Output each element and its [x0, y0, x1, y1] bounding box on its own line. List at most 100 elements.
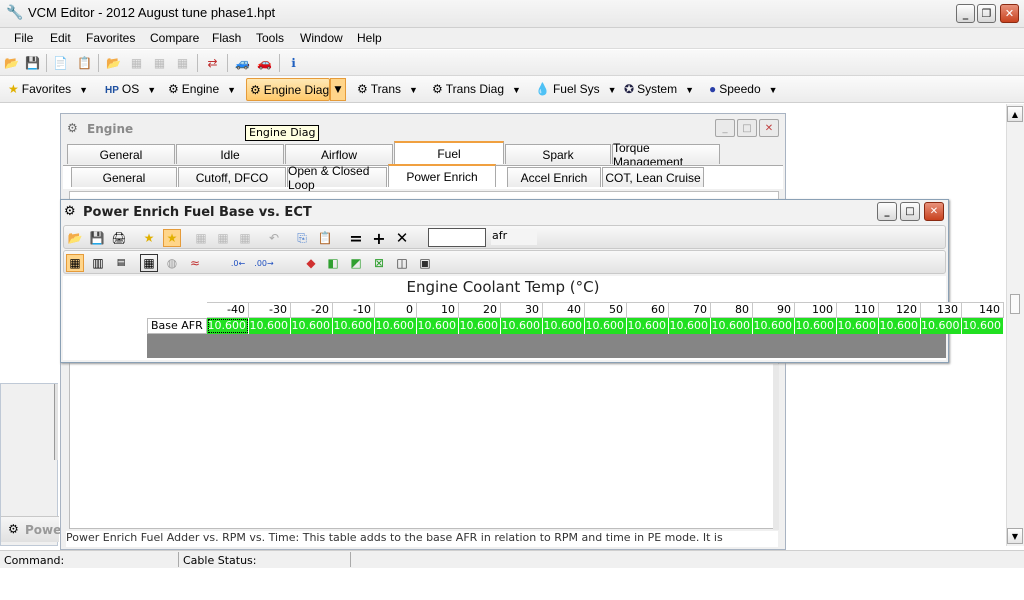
fill-v-icon[interactable]: ▣ — [416, 254, 434, 272]
decrease-decimals-icon[interactable]: .0← — [229, 254, 247, 272]
column-header[interactable]: 130 — [921, 302, 962, 318]
column-header[interactable]: -20 — [291, 302, 333, 318]
scroll-thumb[interactable] — [1010, 294, 1020, 314]
column-header[interactable]: 70 — [669, 302, 711, 318]
operand-input[interactable] — [428, 228, 486, 247]
favorite-active-icon[interactable]: ★ — [163, 229, 181, 247]
column-header[interactable]: 60 — [627, 302, 669, 318]
tab-accel-enrich[interactable]: Accel Enrich — [507, 167, 601, 187]
table-cell[interactable]: 10.600 — [333, 318, 375, 334]
column-header[interactable]: 20 — [459, 302, 501, 318]
interpolate-h-icon[interactable]: ◧ — [324, 254, 342, 272]
column-header[interactable]: 140 — [962, 302, 1004, 318]
tab-general-sub[interactable]: General — [71, 167, 177, 187]
open-new-icon[interactable]: 📂 — [105, 54, 122, 71]
favorite-add-icon[interactable]: ★ — [140, 229, 158, 247]
vertical-scrollbar[interactable]: ▲ ▼ — [1006, 104, 1024, 546]
save-icon[interactable]: 💾 — [88, 229, 106, 247]
os-dropdown[interactable]: HP OS ▼ — [105, 82, 156, 96]
tab-idle[interactable]: Idle — [176, 144, 284, 164]
table-cell[interactable]: 10.600 — [459, 318, 501, 334]
table-view-icon[interactable]: ▦ — [66, 254, 84, 272]
menu-window[interactable]: Window — [300, 31, 343, 45]
column-header[interactable]: 10 — [417, 302, 459, 318]
graph-view-icon[interactable]: ≈ — [186, 254, 204, 272]
table-cell[interactable]: 10.600 — [795, 318, 837, 334]
table-maximize-button[interactable]: □ — [900, 202, 920, 221]
restore-button[interactable]: ❐ — [977, 4, 996, 23]
menu-flash[interactable]: Flash — [212, 31, 241, 45]
column-header[interactable]: -40 — [207, 302, 249, 318]
engine-minimize-button[interactable]: _ — [715, 119, 735, 137]
print-icon[interactable]: 🖨 — [110, 229, 128, 247]
scroll-up-button[interactable]: ▲ — [1007, 106, 1023, 122]
column-header[interactable]: -30 — [249, 302, 291, 318]
menu-compare[interactable]: Compare — [150, 31, 199, 45]
report-icon[interactable]: 📋 — [76, 54, 93, 71]
multiply-icon[interactable]: ✕ — [393, 229, 411, 247]
column-header[interactable]: 90 — [753, 302, 795, 318]
fuel-sys-dropdown[interactable]: 💧 Fuel Sys ▼ — [535, 82, 617, 96]
table-cell[interactable]: 10.600 — [543, 318, 585, 334]
column-header[interactable]: 40 — [543, 302, 585, 318]
table-cell[interactable]: 10.600 — [879, 318, 921, 334]
column-header[interactable]: 110 — [837, 302, 879, 318]
system-dropdown[interactable]: ✪ System ▼ — [624, 82, 694, 96]
column-header[interactable]: 100 — [795, 302, 837, 318]
trans-diag-dropdown[interactable]: ⚙ Trans Diag ▼ — [432, 82, 521, 96]
close-button[interactable]: ✕ — [1000, 4, 1019, 23]
column-header[interactable]: 80 — [711, 302, 753, 318]
menu-edit[interactable]: Edit — [50, 31, 71, 45]
undo-icon[interactable]: ↶ — [265, 229, 283, 247]
table-cell[interactable]: 10.600 — [837, 318, 879, 334]
page-icon[interactable]: 📄 — [52, 54, 69, 71]
open-folder-icon[interactable]: 📂 — [66, 229, 84, 247]
panel-scrollbar[interactable] — [773, 364, 779, 530]
table-cell[interactable]: 10.600 — [669, 318, 711, 334]
speedo-dropdown[interactable]: ● Speedo ▼ — [709, 82, 778, 96]
trans-dropdown[interactable]: ⚙ Trans ▼ — [357, 82, 418, 96]
open-folder-icon[interactable]: 📂 — [3, 54, 20, 71]
plus-icon[interactable]: + — [370, 229, 388, 248]
read-vehicle-icon[interactable]: 🚙 — [234, 54, 251, 71]
tab-torque-management[interactable]: Torque Management — [612, 141, 720, 169]
engine-diag-button[interactable]: ⚙ Engine Diag — [246, 78, 330, 101]
tab-general[interactable]: General — [67, 144, 175, 164]
copy-icon[interactable]: ⎘ — [293, 229, 311, 247]
table-cell[interactable]: 10.600 — [921, 318, 962, 334]
minimized-window[interactable]: ⚙ Powe — [0, 383, 61, 546]
menu-favorites[interactable]: Favorites — [86, 31, 135, 45]
table-cell[interactable]: 10.600 — [585, 318, 627, 334]
table-cell[interactable]: 10.600 — [627, 318, 669, 334]
tab-fuel[interactable]: Fuel — [394, 141, 504, 164]
menu-tools[interactable]: Tools — [256, 31, 284, 45]
grid-view-icon[interactable]: ▦ — [140, 254, 158, 272]
axis-view-icon[interactable]: ▥ — [89, 254, 107, 272]
table-cell[interactable]: 10.600 — [375, 318, 417, 334]
table-cell[interactable]: 10.600 — [753, 318, 795, 334]
table-cell[interactable]: 10.600 — [711, 318, 753, 334]
table-cell[interactable]: 10.600 — [417, 318, 459, 334]
column-header[interactable]: 30 — [501, 302, 543, 318]
paste-icon[interactable]: 📋 — [316, 229, 334, 247]
save-icon[interactable]: 💾 — [24, 54, 41, 71]
fill-h-icon[interactable]: ◫ — [393, 254, 411, 272]
engine-close-button[interactable]: ✕ — [759, 119, 779, 137]
tab-spark[interactable]: Spark — [505, 144, 611, 164]
increase-decimals-icon[interactable]: .00→ — [254, 254, 273, 272]
menu-file[interactable]: File — [14, 31, 33, 45]
column-header[interactable]: 0 — [375, 302, 417, 318]
menu-help[interactable]: Help — [357, 31, 382, 45]
table-cell[interactable]: 10.600 — [291, 318, 333, 334]
write-vehicle-icon[interactable]: 🚗 — [256, 54, 273, 71]
column-header[interactable]: -10 — [333, 302, 375, 318]
column-header[interactable]: 120 — [879, 302, 921, 318]
engine-diag-dropdown-arrow[interactable]: ▼ — [330, 78, 346, 101]
compare-icon[interactable]: ⇄ — [204, 54, 221, 71]
column-header[interactable]: 50 — [585, 302, 627, 318]
minimize-button[interactable]: _ — [956, 4, 975, 23]
tab-cot-lean-cruise[interactable]: COT, Lean Cruise — [602, 167, 704, 187]
table-minimize-button[interactable]: _ — [877, 202, 897, 221]
table-cell[interactable]: 10.600 — [962, 318, 1004, 334]
3d-view-icon[interactable]: ◍ — [163, 254, 181, 272]
